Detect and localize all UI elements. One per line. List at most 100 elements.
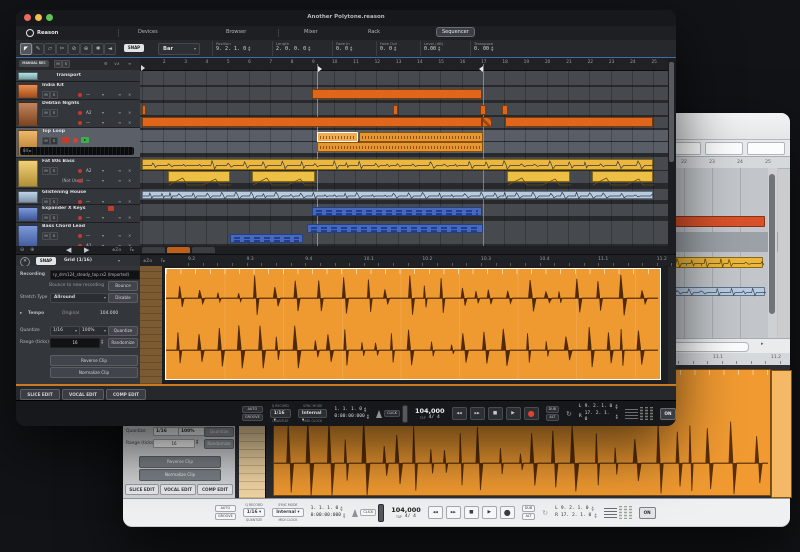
editor-zoom-cluster-icon[interactable]: ⊕Z⊖ — [143, 258, 152, 263]
tab-comp-edit[interactable]: COMP EDIT — [106, 389, 146, 400]
back-audio-clip-tail[interactable] — [771, 370, 792, 498]
quantize-value-dropdown[interactable]: 1/16 ▾ — [50, 326, 80, 336]
automation-clip[interactable] — [252, 171, 315, 182]
tap-button[interactable]: TAP — [420, 416, 426, 420]
clip[interactable] — [317, 132, 358, 142]
solo-button[interactable]: S — [50, 232, 58, 240]
lane-close-icon[interactable]: ✕ — [128, 120, 131, 125]
regroove-on-button[interactable]: ON — [660, 408, 676, 420]
position-stepper[interactable]: ▲▼ — [343, 513, 345, 519]
normalize-clip-button[interactable]: Normalize Clip — [50, 367, 138, 378]
stop-button[interactable]: ■ — [464, 506, 479, 519]
quantize-strength-dropdown[interactable]: 100% ▾ — [79, 326, 109, 336]
clip[interactable] — [317, 142, 483, 152]
prev-arrow-icon[interactable]: ◀ — [66, 246, 71, 254]
lane-list-icon[interactable]: ≡ — [118, 233, 121, 238]
rewind-button[interactable]: ◀◀ — [452, 407, 467, 420]
position-stepper[interactable]: ▲▼ — [364, 407, 366, 413]
track-lane-row[interactable]: MS—▾≡✕ — [40, 213, 138, 223]
manual-rec-button[interactable]: MANUAL REC — [19, 60, 49, 67]
chevron-down-icon[interactable]: ▾ — [102, 199, 104, 204]
tab-comp-edit[interactable]: COMP EDIT — [197, 484, 233, 495]
follow-icon[interactable]: F▸ — [130, 247, 134, 252]
snap-toggle[interactable]: SNAP — [124, 44, 144, 52]
chevron-down-icon[interactable]: ▾ — [102, 233, 104, 238]
track-row[interactable]: Glistening HouseMS—▾≡✕ — [16, 189, 140, 205]
automation-clip[interactable] — [592, 171, 653, 182]
back-vertical-scrollbar[interactable] — [768, 168, 777, 338]
lane-list-icon[interactable]: ≡ — [118, 92, 121, 97]
solo-button[interactable]: S — [50, 214, 58, 222]
clip[interactable] — [393, 105, 398, 115]
field-stepper[interactable]: ▲▼ — [491, 46, 493, 52]
lane-close-icon[interactable]: ✕ — [128, 215, 131, 220]
lane-badge[interactable]: A2 — [86, 168, 92, 173]
mute-all-button[interactable]: M — [54, 60, 62, 68]
automation-clip[interactable] — [168, 171, 230, 182]
tab-vocal-edit[interactable]: VOCAL EDIT — [160, 484, 196, 495]
zoom-out-icon[interactable]: ⊖ — [20, 247, 24, 253]
tab-vocal-edit[interactable]: VOCAL EDIT — [62, 389, 104, 400]
collapse-icon[interactable]: ∨∧ — [114, 61, 120, 66]
click-button[interactable]: CLICK — [384, 410, 400, 417]
clip[interactable] — [480, 105, 486, 115]
solo-button[interactable]: S — [50, 167, 58, 175]
record-arm-icon[interactable] — [73, 138, 78, 143]
record-arm-icon[interactable] — [78, 169, 82, 173]
click-button[interactable]: CLICK — [360, 509, 376, 516]
range-ticks-field[interactable]: 16 — [153, 439, 195, 448]
titlebar[interactable]: Another Polytone.reason — [16, 10, 676, 26]
tab-sequencer[interactable]: Sequencer — [436, 27, 475, 37]
eraser-tool-icon[interactable]: ▱ — [44, 43, 56, 55]
zoom-in-icon[interactable]: ⊕ — [30, 247, 34, 253]
position-bars-value[interactable]: 1. 1. 1. 0 — [311, 506, 339, 512]
record-alert-badge[interactable] — [62, 137, 70, 143]
loop-left-flag[interactable] — [318, 66, 322, 72]
record-arm-icon[interactable] — [78, 216, 82, 220]
record-arm-icon[interactable] — [78, 179, 82, 183]
randomize-button[interactable]: Randomize — [108, 338, 138, 348]
tempo-disclosure-icon[interactable]: ▸ — [20, 311, 22, 316]
next-arrow-icon[interactable]: ▶ — [84, 246, 89, 254]
quantize-value-dropdown[interactable]: 1/16 — [153, 427, 181, 436]
reverse-clip-button[interactable]: Reverse Clip — [50, 355, 138, 366]
field-value[interactable]: 0.00 — [424, 46, 436, 52]
qrec-dropdown[interactable]: 1/16 ▾ — [243, 508, 266, 517]
field-value[interactable]: 0. 0 — [380, 46, 392, 52]
track-lane-row[interactable]: —▾≡✕ — [40, 118, 138, 128]
track-row[interactable]: Debtan NightsMSA2▾≡✕—▾≡✕ — [16, 100, 140, 128]
arrangement-timeline[interactable]: 2345678910111213141516171819202122232425 — [140, 58, 668, 254]
quantize-button[interactable]: Quantize — [204, 427, 234, 437]
chevron-down-icon[interactable]: ▾ — [102, 168, 104, 173]
mute-button[interactable]: M — [42, 91, 50, 99]
chevron-down-icon[interactable]: ▾ — [102, 110, 104, 115]
lane-list-icon[interactable]: ≡ — [118, 120, 121, 125]
mute-button[interactable]: M — [42, 214, 50, 222]
solo-button[interactable]: S — [50, 137, 58, 145]
field-value[interactable]: 2. 0. 0. 0 — [276, 46, 306, 52]
lane-badge[interactable]: A2 — [86, 110, 92, 115]
click-level-slider[interactable] — [402, 405, 408, 423]
lane-badge[interactable]: — — [86, 120, 90, 125]
forward-button[interactable]: ▶▶ — [470, 407, 485, 420]
record-arm-icon[interactable] — [78, 111, 82, 115]
track-lane-row[interactable]: MSA2▾≡✕ — [40, 166, 138, 176]
dub-button[interactable]: DUB — [546, 406, 559, 413]
loop-stepper[interactable]: ▲▼ — [616, 414, 618, 420]
track-row[interactable]: Top LoopMS▸84 ▸ — [16, 128, 140, 158]
forward-button[interactable]: ▶▶ — [446, 506, 461, 519]
loop-toggle-icon[interactable]: ↻ — [542, 509, 548, 517]
lane-close-icon[interactable]: ✕ — [128, 92, 131, 97]
alt-button[interactable]: ALT — [546, 414, 559, 421]
tempo-value[interactable]: 104,000 — [391, 506, 421, 514]
field-value[interactable]: 9. 2. 1. 0 — [216, 46, 246, 52]
lane-close-icon[interactable]: ✕ — [128, 168, 131, 173]
mute-button[interactable]: M — [42, 109, 50, 117]
edit-grid-dropdown[interactable]: Grid (1/16) ▾ — [64, 257, 120, 265]
quantize-strength-dropdown[interactable]: 100% — [178, 427, 206, 436]
lane-list-icon[interactable]: ≡ — [118, 199, 121, 204]
click-level-slider[interactable] — [378, 504, 384, 522]
zoom-cluster-icon[interactable]: ⊕Z⊖ — [112, 247, 121, 252]
record-button[interactable]: ● — [524, 407, 539, 420]
chevron-down-icon[interactable]: ▾ — [102, 215, 104, 220]
